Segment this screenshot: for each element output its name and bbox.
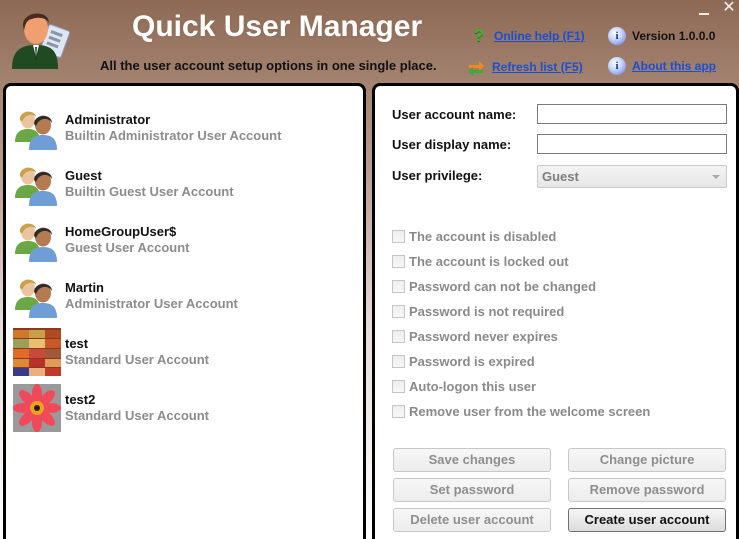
user-description: Standard User Account <box>65 352 209 367</box>
info-icon: i <box>608 27 626 45</box>
user-item-guest[interactable]: Guest Builtin Guest User Account <box>13 156 353 212</box>
delete-user-button[interactable]: Delete user account <box>393 508 551 532</box>
flower-photo-avatar <box>13 384 61 432</box>
close-button[interactable]: ✕ <box>721 0 737 16</box>
user-name: test <box>65 336 89 351</box>
option-label: Password never expires <box>409 329 558 344</box>
user-item-homegroupuser[interactable]: HomeGroupUser$ Guest User Account <box>13 212 353 268</box>
online-help-label[interactable]: Online help (F1) <box>494 29 585 43</box>
option-password-cannot-change[interactable]: Password can not be changed <box>392 274 650 299</box>
option-label: Auto-logon this user <box>409 379 537 394</box>
option-password-expired[interactable]: Password is expired <box>392 349 650 374</box>
app-subtitle: All the user account setup options in on… <box>100 58 437 73</box>
user-list[interactable]: Administrator Builtin Administrator User… <box>13 100 353 436</box>
checkbox[interactable] <box>392 405 405 418</box>
users-group-icon <box>15 167 57 206</box>
question-mark-icon: ? <box>473 26 485 45</box>
option-account-locked[interactable]: The account is locked out <box>392 249 650 274</box>
refresh-list-link[interactable]: Refresh list (F5) <box>466 57 583 77</box>
user-item-test[interactable]: test Standard User Account <box>13 324 353 380</box>
account-name-label: User account name: <box>392 107 517 122</box>
option-label: Password is not required <box>409 304 565 319</box>
users-group-icon <box>15 111 57 150</box>
users-group-icon <box>15 279 57 318</box>
privilege-label: User privilege: <box>392 168 483 183</box>
user-name: Martin <box>65 280 104 295</box>
businessman-checklist-icon <box>12 13 71 69</box>
minimize-button[interactable] <box>697 4 711 18</box>
create-user-button[interactable]: Create user account <box>568 508 726 532</box>
checkbox[interactable] <box>392 330 405 343</box>
users-group-icon <box>15 223 57 262</box>
user-name: Administrator <box>65 112 151 127</box>
account-options: The account is disabled The account is l… <box>392 224 650 424</box>
option-label: Password can not be changed <box>409 279 597 294</box>
option-label: Remove user from the welcome screen <box>409 404 651 419</box>
user-description: Standard User Account <box>65 408 209 423</box>
user-name: test2 <box>65 392 96 407</box>
user-details-panel: User account name: User display name: Us… <box>372 83 739 539</box>
user-description: Builtin Guest User Account <box>65 184 234 199</box>
option-label: Password is expired <box>409 354 535 369</box>
user-list-panel: Administrator Builtin Administrator User… <box>3 83 366 539</box>
option-password-not-required[interactable]: Password is not required <box>392 299 650 324</box>
user-name: Guest <box>65 168 102 183</box>
app-header: Quick User Manager All the user account … <box>0 0 739 84</box>
checkbox[interactable] <box>392 305 405 318</box>
display-name-label: User display name: <box>392 137 512 152</box>
option-label: The account is disabled <box>409 229 557 244</box>
user-item-administrator[interactable]: Administrator Builtin Administrator User… <box>13 100 353 156</box>
fabric-photo-avatar <box>13 328 61 376</box>
user-name: HomeGroupUser$ <box>65 224 177 239</box>
set-password-button[interactable]: Set password <box>393 478 551 502</box>
checkbox[interactable] <box>392 355 405 368</box>
option-label: The account is locked out <box>409 254 569 269</box>
privilege-value: Guest <box>542 169 579 184</box>
online-help-link[interactable]: ? Online help (F1) <box>470 27 585 45</box>
about-link[interactable]: i About this app <box>608 57 716 75</box>
user-description: Guest User Account <box>65 240 190 255</box>
option-hide-from-welcome[interactable]: Remove user from the welcome screen <box>392 399 650 424</box>
save-changes-button[interactable]: Save changes <box>393 448 551 472</box>
privilege-select[interactable]: Guest <box>537 165 727 188</box>
checkbox[interactable] <box>392 255 405 268</box>
about-label[interactable]: About this app <box>632 59 716 73</box>
user-item-test2[interactable]: test2 Standard User Account <box>13 380 353 436</box>
account-name-input[interactable] <box>537 104 727 124</box>
option-password-never-expires[interactable]: Password never expires <box>392 324 650 349</box>
remove-password-button[interactable]: Remove password <box>568 478 726 502</box>
chevron-down-icon <box>712 175 720 179</box>
refresh-arrows-icon <box>468 61 484 76</box>
user-description: Builtin Administrator User Account <box>65 128 282 143</box>
app-title: Quick User Manager <box>132 10 423 43</box>
checkbox[interactable] <box>392 230 405 243</box>
info-icon: i <box>608 57 626 75</box>
version-info: i Version 1.0.0.0 <box>608 27 715 45</box>
display-name-input[interactable] <box>537 134 727 154</box>
version-label: Version 1.0.0.0 <box>632 29 716 43</box>
change-picture-button[interactable]: Change picture <box>568 448 726 472</box>
option-account-disabled[interactable]: The account is disabled <box>392 224 650 249</box>
user-item-martin[interactable]: Martin Administrator User Account <box>13 268 353 324</box>
user-description: Administrator User Account <box>65 296 238 311</box>
option-auto-logon[interactable]: Auto-logon this user <box>392 374 650 399</box>
refresh-list-label[interactable]: Refresh list (F5) <box>492 60 583 74</box>
checkbox[interactable] <box>392 380 405 393</box>
checkbox[interactable] <box>392 280 405 293</box>
